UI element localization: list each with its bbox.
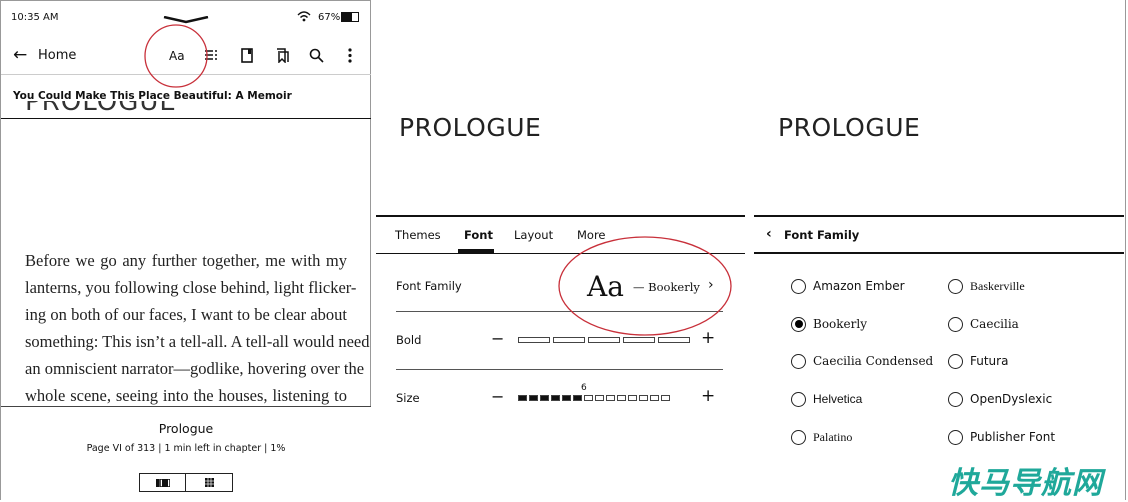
annotation-overlay: [144, 24, 732, 336]
annotation-ellipse: [558, 236, 732, 336]
annotation-circle: [144, 24, 208, 88]
watermark: 快马导航网: [948, 466, 1103, 501]
